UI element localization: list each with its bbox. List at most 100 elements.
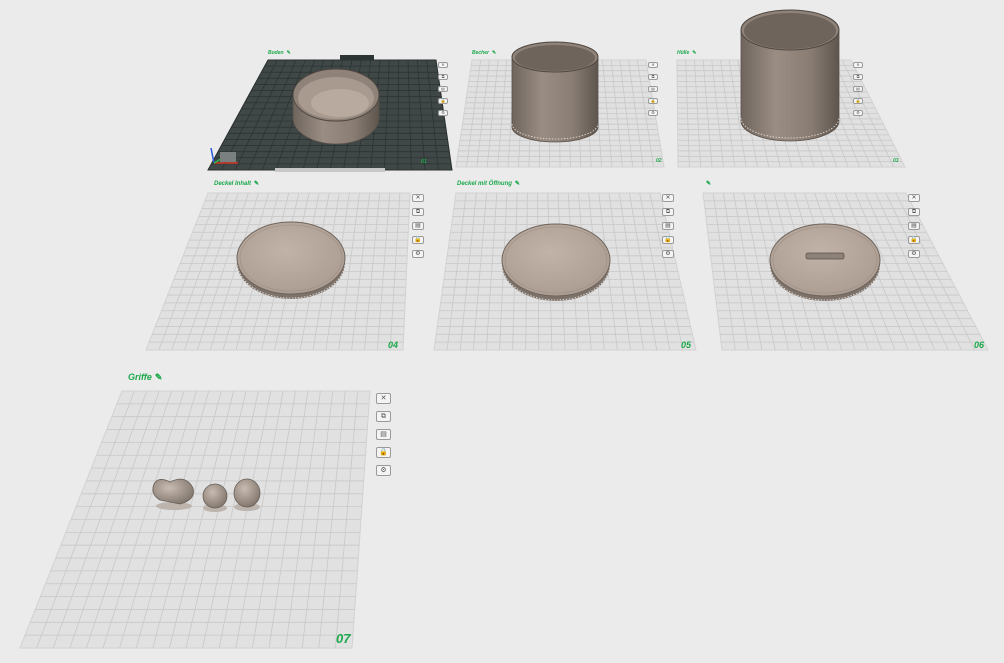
arrange-icon: ⧉ — [651, 74, 655, 79]
close-plate-button[interactable]: ✕ — [412, 194, 424, 202]
plate-number-04: 04 — [388, 340, 399, 350]
settings-plate-button[interactable]: ⚙ — [438, 110, 448, 116]
arrange-plate-button[interactable]: ⧉ — [662, 208, 674, 216]
close-plate-button[interactable]: ✕ — [376, 393, 391, 404]
settings-plate-button[interactable]: ⚙ — [908, 250, 920, 258]
plate-toolbar: ✕ ⧉ ▤ 🔒 ⚙ — [908, 194, 920, 258]
settings-plate-button[interactable]: ⚙ — [412, 250, 424, 258]
arrange-plate-button[interactable]: ⧉ — [908, 208, 920, 216]
arrange-plate-button[interactable]: ⧉ — [648, 74, 658, 80]
arrange-plate-button[interactable]: ⧉ — [438, 74, 448, 80]
lock-icon: 🔒 — [414, 236, 422, 243]
orient-plate-button[interactable]: ▤ — [376, 429, 391, 440]
close-plate-button[interactable]: ✕ — [648, 62, 658, 68]
model-deckel-oeffnung-disc[interactable] — [501, 223, 611, 301]
plate-name-05[interactable]: Deckel mit Öffnung ✎ — [457, 180, 520, 187]
plate-name-03[interactable]: Hülle ✎ — [677, 50, 696, 56]
plate-name-04[interactable]: Deckel Inhalt ✎ — [214, 180, 259, 187]
model-becher-cylinder[interactable] — [511, 41, 599, 143]
lock-plate-button[interactable]: 🔒 — [412, 236, 424, 244]
settings-icon: ⚙ — [651, 110, 655, 115]
plate-toolbar: ✕ ⧉ ▤ 🔒 ⚙ — [376, 393, 391, 476]
edit-icon[interactable]: ✎ — [155, 372, 163, 382]
orient-plate-button[interactable]: ▤ — [853, 86, 863, 92]
plate-name-text: Griffe — [128, 372, 152, 382]
lock-plate-button[interactable]: 🔒 — [438, 98, 448, 104]
arrange-plate-button[interactable]: ⧉ — [412, 208, 424, 216]
lock-icon: 🔒 — [650, 98, 656, 103]
arrange-icon: ⧉ — [856, 74, 860, 79]
settings-plate-button[interactable]: ⚙ — [376, 465, 391, 476]
plate-number-05: 05 — [681, 340, 692, 350]
orient-icon: ▤ — [441, 86, 445, 91]
close-plate-button[interactable]: ✕ — [853, 62, 863, 68]
close-icon: ✕ — [415, 194, 421, 201]
settings-icon: ⚙ — [911, 250, 917, 257]
orient-plate-button[interactable]: ▤ — [648, 86, 658, 92]
settings-icon: ⚙ — [415, 250, 421, 257]
edit-icon[interactable]: ✎ — [706, 181, 711, 187]
plate-number-06: 06 — [974, 340, 985, 350]
plate-name-text: Deckel Inhalt — [214, 181, 252, 187]
plate-name-06[interactable]: ✎ — [703, 180, 711, 187]
lock-plate-button[interactable]: 🔒 — [662, 236, 674, 244]
edit-icon[interactable]: ✎ — [515, 181, 520, 187]
orient-icon: ▤ — [665, 222, 671, 229]
orient-plate-button[interactable]: ▤ — [412, 222, 424, 230]
arrange-icon: ⧉ — [665, 208, 671, 215]
orient-icon: ▤ — [380, 430, 387, 438]
close-icon: ✕ — [651, 62, 655, 67]
lock-icon: 🔒 — [379, 448, 388, 456]
plate-number-03: 03 — [893, 158, 899, 164]
arrange-icon: ⧉ — [415, 208, 421, 215]
edit-icon[interactable]: ✎ — [254, 181, 259, 187]
orient-plate-button[interactable]: ▤ — [662, 222, 674, 230]
plate-name-text: Deckel mit Öffnung — [457, 181, 512, 187]
settings-icon: ⚙ — [856, 110, 860, 115]
plate-name-text: Hülle — [677, 50, 690, 56]
close-plate-button[interactable]: ✕ — [662, 194, 674, 202]
lock-plate-button[interactable]: 🔒 — [908, 236, 920, 244]
model-huelle-cylinder[interactable] — [740, 9, 840, 142]
close-plate-button[interactable]: ✕ — [438, 62, 448, 68]
plate-name-02[interactable]: Becher ✎ — [472, 50, 496, 56]
model-deckel-slot-disc[interactable] — [769, 223, 881, 301]
orient-plate-button[interactable]: ▤ — [908, 222, 920, 230]
arrange-plate-button[interactable]: ⧉ — [853, 74, 863, 80]
arrange-icon: ⧉ — [381, 412, 386, 420]
bed-front-strip — [275, 168, 385, 172]
settings-icon: ⚙ — [441, 110, 445, 115]
edit-icon[interactable]: ✎ — [692, 50, 696, 56]
settings-plate-button[interactable]: ⚙ — [853, 110, 863, 116]
lock-icon: 🔒 — [910, 236, 918, 243]
lock-plate-button[interactable]: 🔒 — [376, 447, 391, 458]
plate-name-01[interactable]: Boden ✎ — [268, 50, 291, 56]
close-icon: ✕ — [911, 194, 917, 201]
arrange-plate-button[interactable]: ⧉ — [376, 411, 391, 422]
plate-name-07[interactable]: Griffe ✎ — [128, 372, 162, 383]
build-plate-07[interactable] — [19, 390, 371, 649]
lock-plate-button[interactable]: 🔒 — [648, 98, 658, 104]
arrange-icon: ⧉ — [441, 74, 445, 79]
model-deckel-inhalt-disc[interactable] — [236, 221, 346, 299]
lock-icon: 🔒 — [855, 98, 861, 103]
plate-toolbar: ✕ ⧉ ▤ 🔒 ⚙ — [412, 194, 424, 258]
edit-icon[interactable]: ✎ — [492, 50, 496, 56]
lock-icon: 🔒 — [664, 236, 672, 243]
plate-toolbar: ✕ ⧉ ▤ 🔒 ⚙ — [438, 62, 448, 116]
orient-plate-button[interactable]: ▤ — [438, 86, 448, 92]
close-plate-button[interactable]: ✕ — [908, 194, 920, 202]
settings-icon: ⚙ — [380, 466, 387, 474]
plate-toolbar: ✕ ⧉ ▤ 🔒 ⚙ — [662, 194, 674, 258]
bed-tab — [340, 55, 374, 60]
edit-icon[interactable]: ✎ — [287, 50, 291, 56]
settings-icon: ⚙ — [665, 250, 671, 257]
model-boden-tray[interactable] — [292, 68, 380, 145]
lock-plate-button[interactable]: 🔒 — [853, 98, 863, 104]
settings-plate-button[interactable]: ⚙ — [662, 250, 674, 258]
close-icon: ✕ — [856, 62, 860, 67]
plate-number-02: 02 — [656, 158, 662, 164]
settings-plate-button[interactable]: ⚙ — [648, 110, 658, 116]
arrange-icon: ⧉ — [911, 208, 917, 215]
plate-toolbar: ✕ ⧉ ▤ 🔒 ⚙ — [853, 62, 863, 116]
